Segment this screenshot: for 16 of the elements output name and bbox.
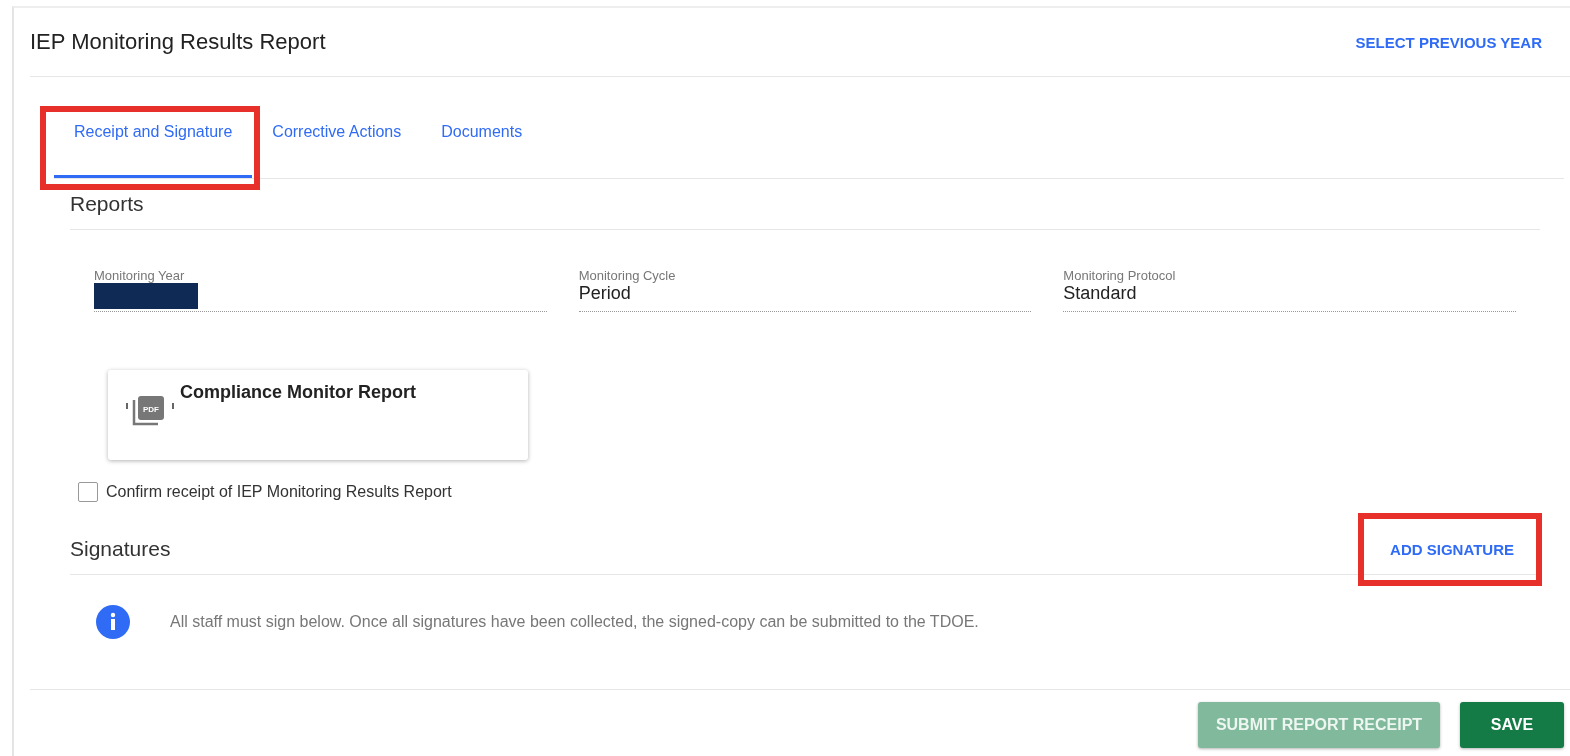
confirm-checkbox[interactable]: Confirm receipt of IEP Monitoring Results Report [78, 482, 452, 502]
tab[interactable]: Documents [421, 118, 543, 178]
tab[interactable]: Corrective Actions [252, 118, 422, 178]
info-icon [96, 605, 130, 639]
save-button[interactable]: SAVE [1460, 702, 1564, 748]
section-heading: Signatures [70, 537, 171, 561]
text-field[interactable]: Monitoring Year [94, 268, 547, 312]
info-message: All staff must sign below. Once all signatures have been collected, the signed-copy can be submitted to the TDOE. [170, 613, 979, 631]
select-previous-year-link[interactable]: SELECT PREVIOUS YEAR [1355, 33, 1542, 51]
section-heading: Reports [70, 192, 144, 216]
document-card[interactable]: PDF Compliance Monitor Report [108, 370, 528, 460]
text-field[interactable]: Monitoring Cycle Period [578, 268, 1032, 312]
page-title: IEP Monitoring Results Report [30, 29, 326, 55]
text-field[interactable]: Monitoring Protocol Standard [1063, 268, 1516, 312]
add-signature-button[interactable]: ADD SIGNATURE [1380, 534, 1524, 564]
tab[interactable]: Receipt and Signature [54, 118, 253, 178]
